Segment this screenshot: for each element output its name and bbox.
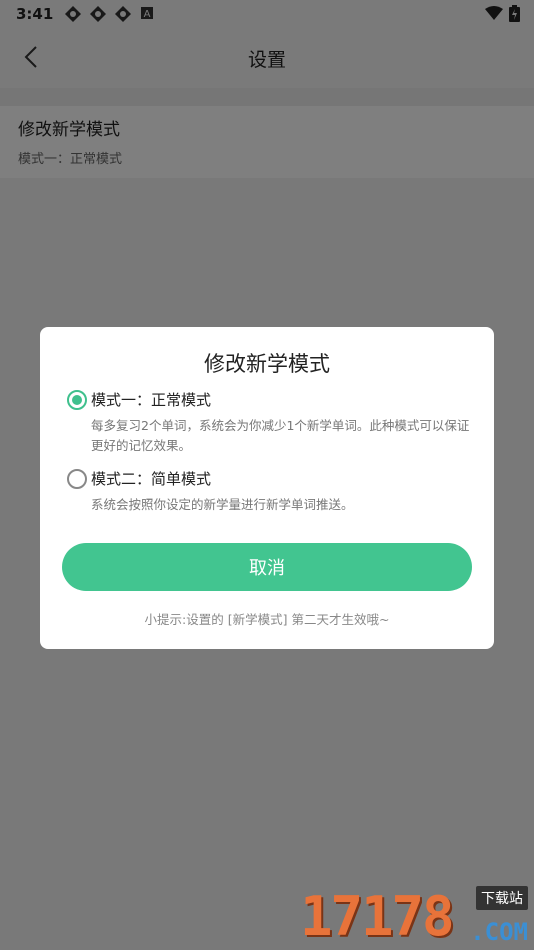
dialog-tip: 小提示:设置的 [新学模式] 第二天才生效哦~ [144, 612, 390, 627]
mode-dialog: 修改新学模式 模式一：正常模式 每多复习2个单词，系统会为你减少1个新学单词。此… [40, 327, 494, 649]
option-label: 模式二：简单模式 [91, 470, 212, 488]
cancel-button[interactable]: 取消 [62, 543, 472, 591]
option-description: 每多复习2个单词，系统会为你减少1个新学单词。此种模式可以保证更好的记忆效果。 [91, 418, 470, 453]
radio-checked-icon[interactable] [67, 389, 87, 410]
watermark-digits: 17178 [300, 885, 455, 948]
radio-unchecked-icon[interactable] [67, 468, 87, 489]
option-description: 系统会按照你设定的新学量进行新学单词推送。 [91, 497, 354, 512]
option-normal-mode[interactable]: 模式一：正常模式 每多复习2个单词，系统会为你减少1个新学单词。此种模式可以保证… [62, 389, 472, 456]
watermark-domain: .COM [470, 918, 528, 946]
option-label: 模式一：正常模式 [91, 391, 212, 409]
watermark-tag: 下载站 [476, 886, 528, 910]
option-simple-mode[interactable]: 模式二：简单模式 系统会按照你设定的新学量进行新学单词推送。 [62, 468, 472, 515]
dialog-title: 修改新学模式 [204, 352, 330, 376]
site-watermark: 17178 下载站 .COM [300, 885, 530, 948]
